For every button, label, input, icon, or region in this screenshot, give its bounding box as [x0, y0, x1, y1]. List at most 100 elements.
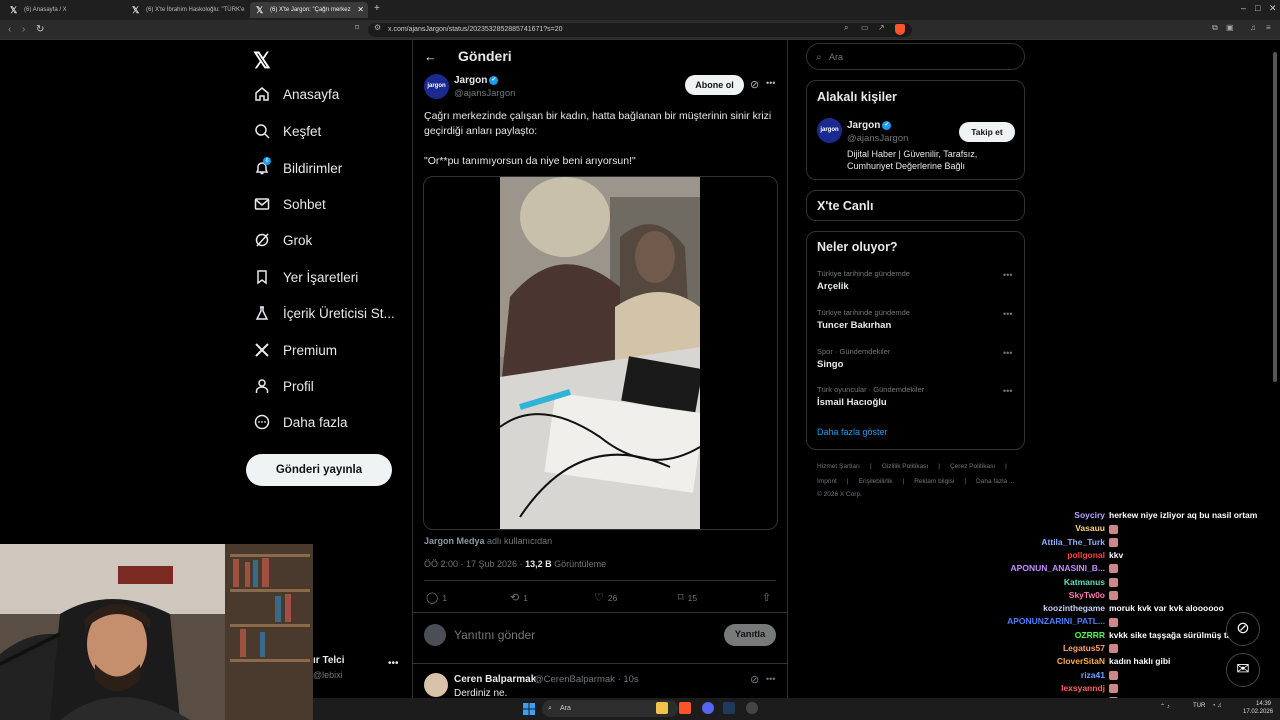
maximize-button[interactable]: □: [1255, 3, 1260, 13]
more-icon[interactable]: •••: [766, 674, 775, 684]
source-attribution[interactable]: Jargon Medya adlı kullanıcıdan: [424, 536, 552, 546]
screen-icon[interactable]: ▭: [861, 23, 869, 32]
menu-icon[interactable]: ≡: [1266, 23, 1271, 32]
more-icon[interactable]: •••: [1003, 348, 1012, 358]
share-action[interactable]: ⇧: [762, 591, 771, 604]
grok-icon[interactable]: ⊘: [1226, 612, 1260, 646]
reply-button[interactable]: Yanıtla: [724, 624, 776, 646]
video-player[interactable]: [500, 177, 700, 529]
brave-browser-icon[interactable]: [679, 702, 691, 714]
avatar[interactable]: jargon: [817, 118, 842, 143]
url-field[interactable]: x.com/ajansJargon/status/202353285288574…: [368, 23, 912, 37]
chat-username[interactable]: APONUNZARINI_PATL...: [990, 616, 1105, 626]
share-icon[interactable]: ↗: [878, 23, 885, 32]
wifi-icon[interactable]: ◔ ♫: [1212, 703, 1222, 709]
browser-tab[interactable]: 𝕏 (6) X'te İbrahim Haskoloğlu: "TÜRK'e: [126, 2, 246, 18]
browser-tab-active[interactable]: 𝕏 (6) X'te Jargon: "Çağrı merkez ✕: [250, 2, 368, 18]
more-icon[interactable]: •••: [1003, 270, 1012, 280]
reply-author-name[interactable]: Ceren Balparmak: [454, 674, 536, 685]
chat-username[interactable]: riza41: [990, 670, 1105, 680]
discord-icon[interactable]: [702, 702, 714, 714]
trend-item[interactable]: İsmail Hacıoğlu: [817, 397, 887, 408]
clock[interactable]: 14:39 17.02.2026: [1243, 700, 1273, 716]
reply-input[interactable]: Yanıtını gönder: [454, 628, 535, 642]
sidebar-item-creator-studio[interactable]: İçerik Üreticisi St...: [254, 300, 395, 326]
browser-tab[interactable]: 𝕏 (6) Anasayfa / X: [4, 2, 124, 18]
show-more-link[interactable]: Daha fazla göster: [817, 427, 888, 437]
grok-icon[interactable]: ⊘: [750, 673, 759, 686]
more-icon[interactable]: •••: [1003, 386, 1012, 396]
chat-username[interactable]: CloverSitaN: [990, 656, 1105, 666]
new-tab-button[interactable]: +: [374, 3, 380, 14]
sidebar-item-bookmarks[interactable]: Yer İşaretleri: [254, 264, 358, 290]
trend-item[interactable]: Arçelik: [817, 281, 849, 292]
site-settings-icon[interactable]: ⚙: [374, 23, 381, 32]
bookmark-icon[interactable]: ⌑: [355, 23, 359, 32]
back-icon[interactable]: ‹: [8, 24, 11, 35]
sidebar-item-profile[interactable]: Profil: [254, 373, 314, 399]
wallet-icon[interactable]: ▣: [1226, 23, 1234, 32]
brave-shield-icon[interactable]: [895, 24, 905, 35]
close-icon[interactable]: ✕: [357, 2, 364, 18]
subscribe-button[interactable]: Abone ol: [685, 75, 744, 95]
minimize-button[interactable]: –: [1241, 3, 1246, 13]
sidebar-item-home[interactable]: Anasayfa: [254, 81, 339, 107]
chat-username[interactable]: koozinthegame: [990, 603, 1105, 613]
more-icon[interactable]: •••: [766, 78, 775, 88]
trend-item[interactable]: Tuncer Bakırhan: [817, 320, 891, 331]
sidebar-item-premium[interactable]: Premium: [254, 337, 337, 363]
messages-icon[interactable]: ✉: [1226, 653, 1260, 687]
x-logo[interactable]: 𝕏: [253, 48, 271, 74]
chat-username[interactable]: pollgonal: [990, 550, 1105, 560]
search-input[interactable]: ⌕ Ara: [806, 43, 1025, 70]
obs-icon[interactable]: [746, 702, 758, 714]
language-indicator[interactable]: TUR: [1193, 703, 1205, 709]
sidebar-item-explore[interactable]: Keşfet: [254, 118, 321, 144]
close-window-button[interactable]: ✕: [1269, 3, 1277, 14]
avatar[interactable]: jargon: [424, 74, 449, 99]
zoom-icon[interactable]: ⌕: [844, 23, 848, 33]
file-explorer-icon[interactable]: [656, 702, 668, 714]
avatar[interactable]: [424, 673, 448, 697]
sidebar-item-grok[interactable]: Grok: [254, 227, 312, 253]
chat-username[interactable]: Soyciry: [990, 510, 1105, 520]
more-icon[interactable]: •••: [1003, 309, 1012, 319]
reply-action[interactable]: ◯ 1: [426, 591, 447, 604]
account-name[interactable]: ır Telci: [313, 655, 345, 666]
grok-icon[interactable]: ⊘: [750, 78, 759, 91]
trend-item[interactable]: Singo: [817, 359, 843, 370]
chat-username[interactable]: APONUN_ANASINI_B...: [990, 563, 1105, 573]
chat-username[interactable]: lexsyanndj: [990, 683, 1105, 693]
related-handle[interactable]: @ajansJargon: [847, 133, 908, 144]
chat-text: moruk kvk var kvk aloooooo: [1109, 603, 1224, 614]
chat-username[interactable]: Katmanus: [990, 577, 1105, 587]
reply-author-handle[interactable]: @CerenBalparmak · 10s: [534, 674, 639, 685]
author-handle[interactable]: @ajansJargon: [454, 88, 515, 99]
reload-icon[interactable]: ↻: [36, 24, 44, 35]
windows-start-icon[interactable]: [523, 702, 535, 715]
extensions-icon[interactable]: ⧉: [1212, 23, 1218, 33]
back-arrow-icon[interactable]: ←: [424, 49, 437, 64]
related-name[interactable]: Jargon ✓: [847, 120, 892, 131]
chat-username[interactable]: Attila_The_Turk: [990, 537, 1105, 547]
account-more-icon[interactable]: •••: [388, 658, 399, 669]
like-action[interactable]: ♡ 26: [594, 591, 617, 604]
music-icon[interactable]: ♫: [1250, 23, 1256, 32]
bookmark-action[interactable]: ⌑ 15: [678, 591, 697, 604]
scrollbar[interactable]: [1273, 52, 1277, 382]
chat-username[interactable]: OZRRR: [990, 630, 1105, 640]
live-card[interactable]: X'te Canlı: [806, 190, 1025, 221]
chat-username[interactable]: Vasauu: [990, 523, 1105, 533]
steam-icon[interactable]: [723, 702, 735, 714]
sidebar-item-more[interactable]: Daha fazla: [254, 409, 348, 435]
post-button[interactable]: Gönderi yayınla: [246, 454, 392, 486]
author-name[interactable]: Jargon ✓: [454, 75, 499, 86]
follow-button[interactable]: Takip et: [959, 122, 1015, 142]
forward-icon[interactable]: ›: [22, 24, 25, 35]
chat-username[interactable]: SkyTw0o: [990, 590, 1105, 600]
search-icon: [255, 124, 270, 139]
sidebar-item-chat[interactable]: Sohbet: [254, 191, 326, 217]
tray-icons[interactable]: ⌃ ♪: [1160, 703, 1170, 710]
chat-username[interactable]: Legatus57: [990, 643, 1105, 653]
repost-action[interactable]: ⟲ 1: [510, 591, 528, 604]
